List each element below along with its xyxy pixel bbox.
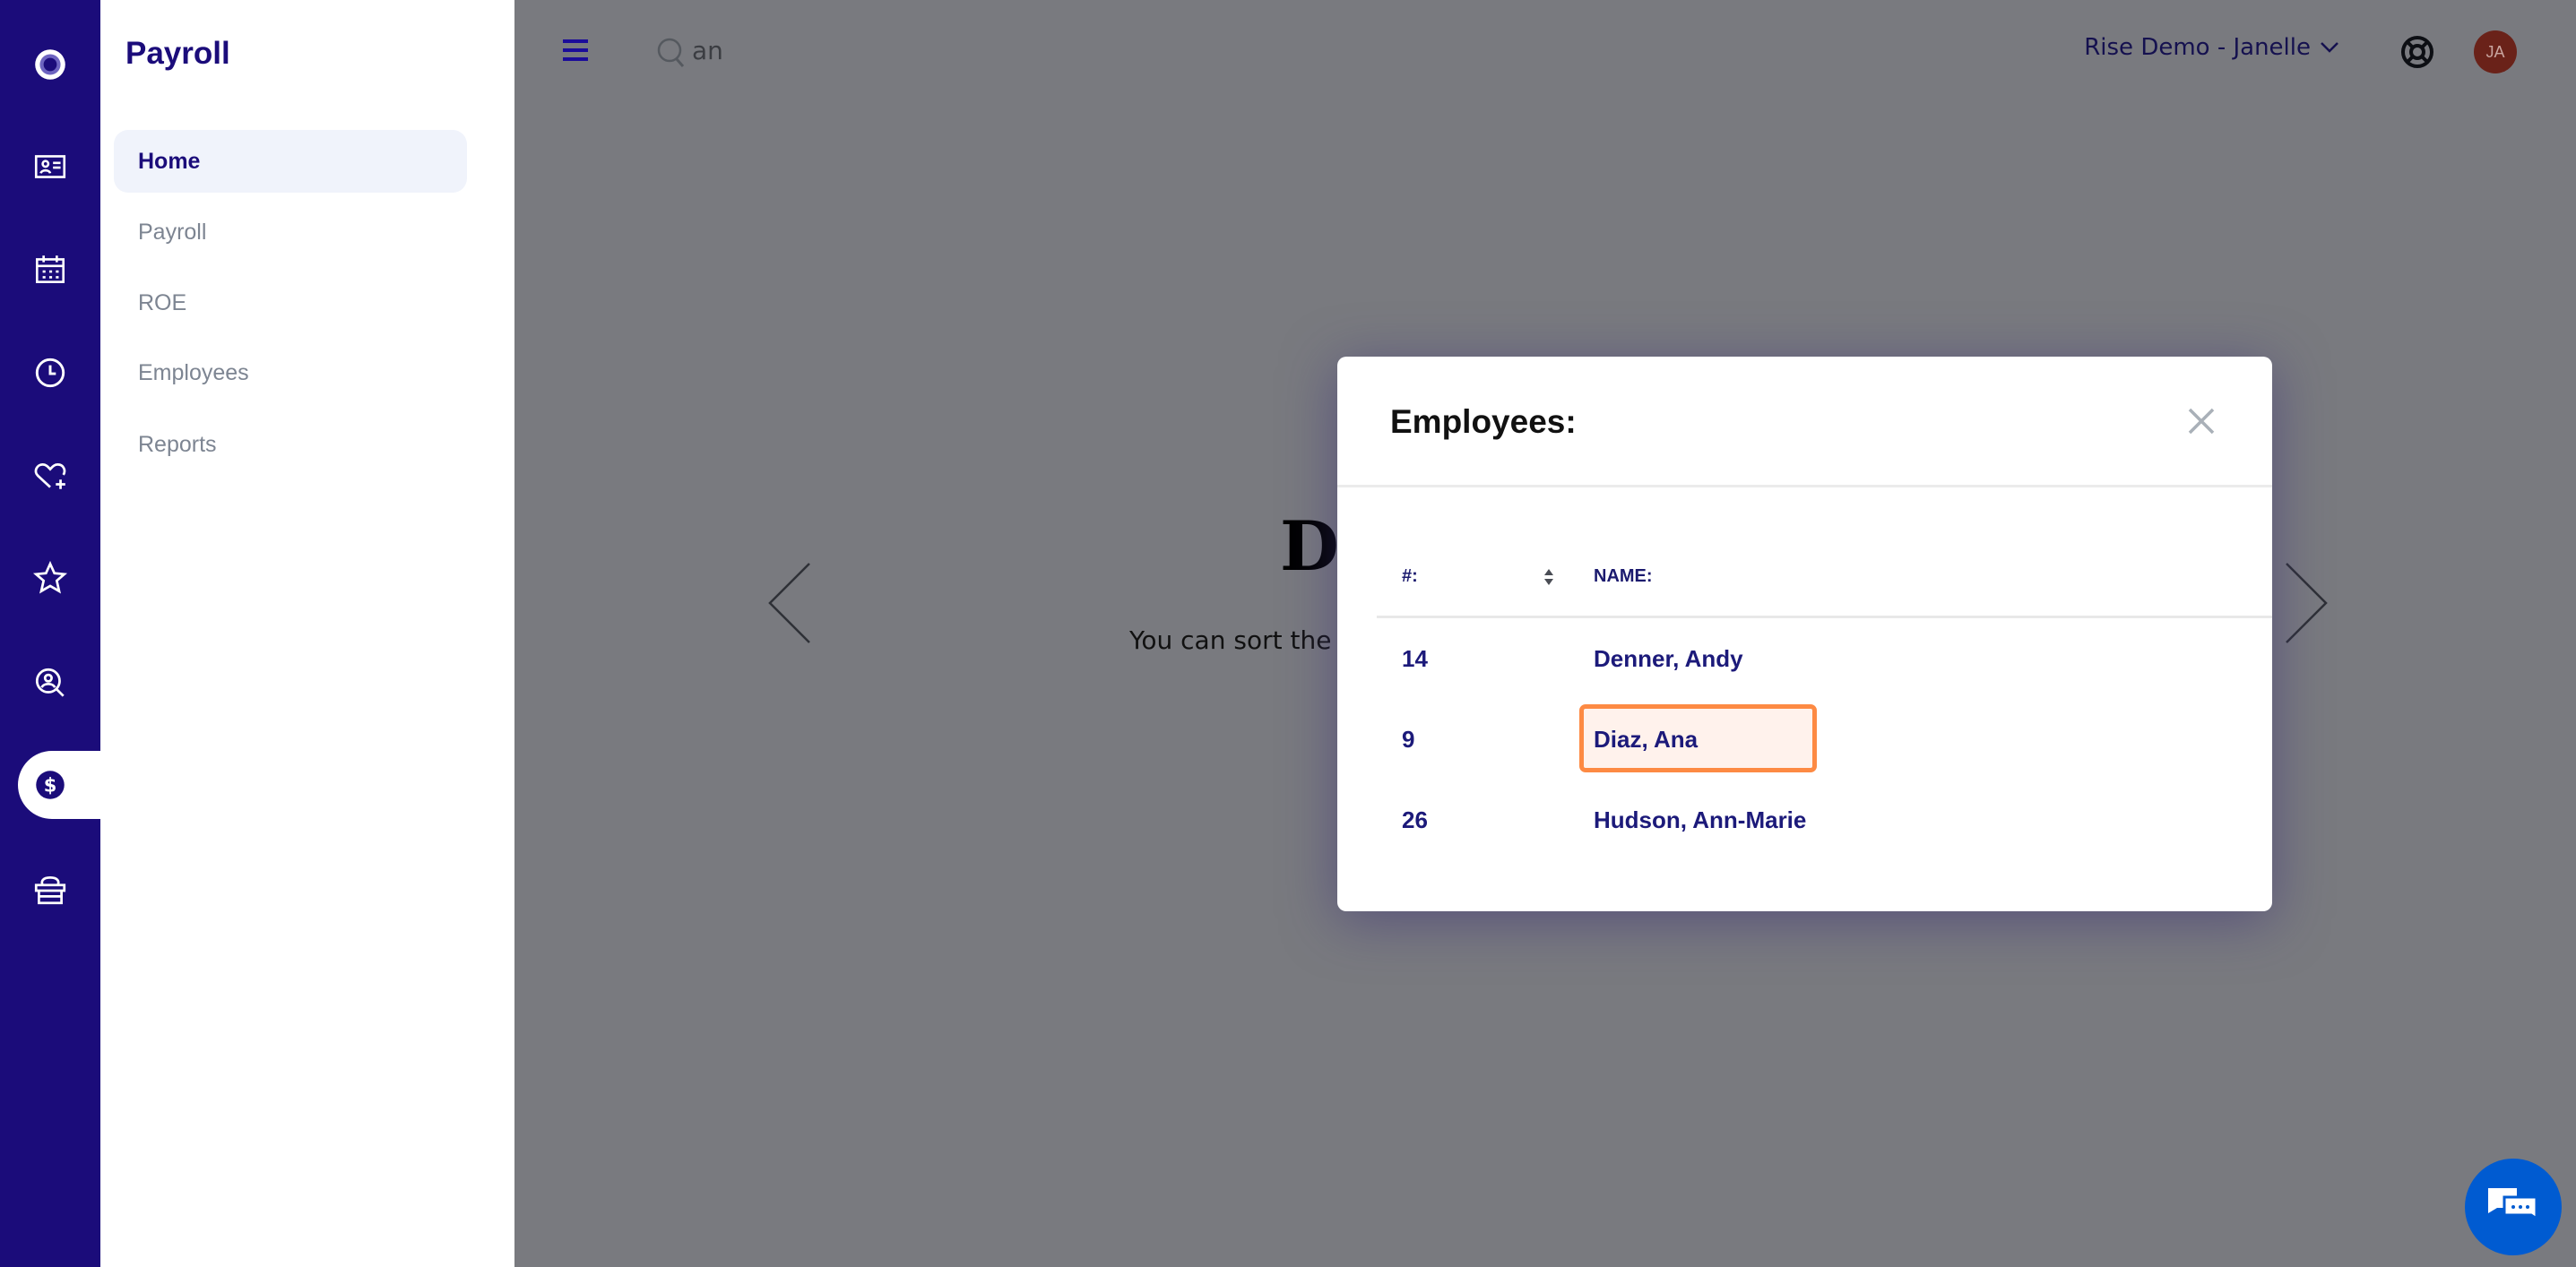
avatar-initials: JA xyxy=(2485,42,2505,61)
sidebar-item-label: ROE xyxy=(138,289,187,315)
lifebuoy-help-icon[interactable] xyxy=(2399,34,2435,70)
chevron-right-icon[interactable] xyxy=(2284,562,2329,644)
user-search-icon[interactable] xyxy=(27,659,73,706)
account-switcher[interactable]: Rise Demo - Janelle xyxy=(2084,34,2339,61)
id-card-icon[interactable] xyxy=(27,143,73,190)
logo-icon[interactable] xyxy=(27,41,73,88)
dollar-icon[interactable]: $ xyxy=(27,762,73,808)
gift-box-icon[interactable] xyxy=(27,866,73,913)
sidebar-item-employees[interactable]: Employees xyxy=(114,341,467,404)
sidebar: Payroll Home Payroll ROE Employees Repor… xyxy=(100,0,514,1267)
sidebar-item-home[interactable]: Home xyxy=(114,130,467,193)
row-number: 9 xyxy=(1402,726,1415,753)
column-header-name[interactable]: NAME: xyxy=(1594,566,1653,587)
sidebar-item-reports[interactable]: Reports xyxy=(114,413,467,476)
sidebar-item-label: Home xyxy=(138,148,201,174)
sidebar-title: Payroll xyxy=(125,36,230,71)
sidebar-item-payroll[interactable]: Payroll xyxy=(114,201,467,263)
table-header-divider xyxy=(1377,616,2272,618)
sidebar-item-roe[interactable]: ROE xyxy=(114,272,467,334)
search-icon xyxy=(657,38,685,67)
close-icon[interactable] xyxy=(2185,405,2217,437)
column-header-number[interactable]: #: xyxy=(1402,566,1418,587)
avatar[interactable]: JA xyxy=(2474,30,2517,73)
slide-text: You can sort the c xyxy=(1129,625,1353,655)
chevron-down-icon xyxy=(2321,42,2338,53)
chevron-left-icon[interactable] xyxy=(767,562,812,644)
chat-button[interactable] xyxy=(2465,1159,2562,1255)
row-name[interactable]: Diaz, Ana xyxy=(1594,726,1698,754)
row-number: 14 xyxy=(1402,645,1428,672)
menu-icon[interactable] xyxy=(563,39,588,61)
sort-icon[interactable] xyxy=(1543,568,1555,586)
row-number: 26 xyxy=(1402,806,1428,833)
account-label: Rise Demo - Janelle xyxy=(2084,34,2311,61)
clock-icon[interactable] xyxy=(27,349,73,396)
heart-plus-icon[interactable] xyxy=(27,452,73,499)
row-name[interactable]: Hudson, Ann-Marie xyxy=(1594,806,1806,834)
sidebar-item-label: Employees xyxy=(138,359,249,385)
modal-title: Employees: xyxy=(1390,403,1577,440)
svg-text:$: $ xyxy=(44,774,57,796)
row-name[interactable]: Denner, Andy xyxy=(1594,645,1743,673)
sidebar-item-label: Payroll xyxy=(138,219,207,245)
modal-divider xyxy=(1337,485,2272,487)
chat-bubbles-icon xyxy=(2488,1188,2538,1221)
employees-modal: Employees: #: NAME: 14 Denner, Andy 9 Di… xyxy=(1337,357,2272,911)
search-input[interactable] xyxy=(692,36,871,65)
sidebar-item-label: Reports xyxy=(138,431,217,457)
star-icon[interactable] xyxy=(27,555,73,601)
calendar-icon[interactable] xyxy=(27,246,73,293)
icon-rail: $ xyxy=(0,0,108,1267)
